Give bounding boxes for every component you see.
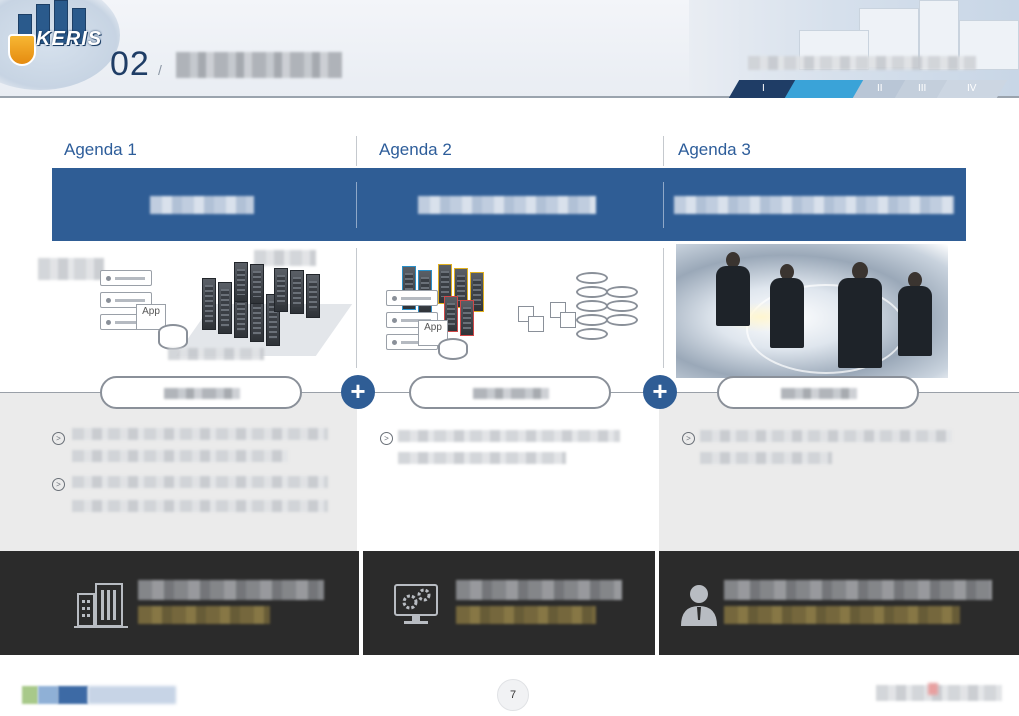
section-slash: /	[158, 62, 162, 78]
logo-text: KERIS	[36, 28, 103, 50]
agenda-3-label: Agenda 3	[678, 140, 751, 159]
database-icon	[438, 338, 468, 360]
shield-icon	[8, 34, 36, 66]
agenda-3-title-redacted	[674, 196, 954, 214]
business-people-photo	[676, 244, 948, 378]
divider	[663, 248, 664, 368]
agenda-2-detail-panel	[360, 393, 656, 551]
agenda-1-summary	[0, 551, 359, 655]
section-number: 02	[110, 45, 150, 83]
divider	[356, 248, 357, 368]
person-icon	[678, 582, 720, 628]
bullet-icon: >	[52, 432, 65, 445]
datacenter-illustration: App	[34, 248, 353, 368]
chapter-tab-4[interactable]: IV	[936, 80, 1008, 98]
building-icon	[74, 580, 130, 630]
server-database-illustration: App	[384, 262, 644, 368]
band-divider	[356, 182, 357, 228]
bullet-icon: >	[682, 432, 695, 445]
agenda-1-detail-panel	[0, 393, 357, 551]
plus-icon: +	[643, 375, 677, 409]
header-subtitle-redacted	[748, 56, 976, 70]
agenda-3-pill	[717, 376, 919, 409]
agenda-2-pill	[409, 376, 611, 409]
page-number: 7	[497, 679, 529, 711]
agenda-2-label: Agenda 2	[379, 140, 452, 159]
plus-icon: +	[341, 375, 375, 409]
page-header: KERIS 02 / I II III IV	[0, 0, 1019, 98]
database-icon	[158, 324, 188, 350]
divider	[663, 136, 664, 166]
band-divider	[663, 182, 664, 228]
agenda-3-detail-panel	[659, 393, 1019, 551]
monitor-gear-icon	[392, 582, 442, 628]
footer-logo-redacted	[22, 686, 176, 704]
footer-org-redacted	[876, 683, 1002, 703]
agenda-1-pill	[100, 376, 302, 409]
bullet-icon: >	[380, 432, 393, 445]
agenda-2-title-redacted	[418, 196, 596, 214]
database-stack-icon	[576, 272, 608, 284]
bullet-icon: >	[52, 478, 65, 491]
keris-logo: KERIS	[0, 0, 120, 96]
divider	[356, 136, 357, 166]
agenda-1-title-redacted	[150, 196, 254, 214]
chapter-tabs: I II III IV	[728, 80, 1019, 98]
section-title-redacted	[176, 52, 342, 78]
agenda-1-label: Agenda 1	[64, 140, 137, 159]
